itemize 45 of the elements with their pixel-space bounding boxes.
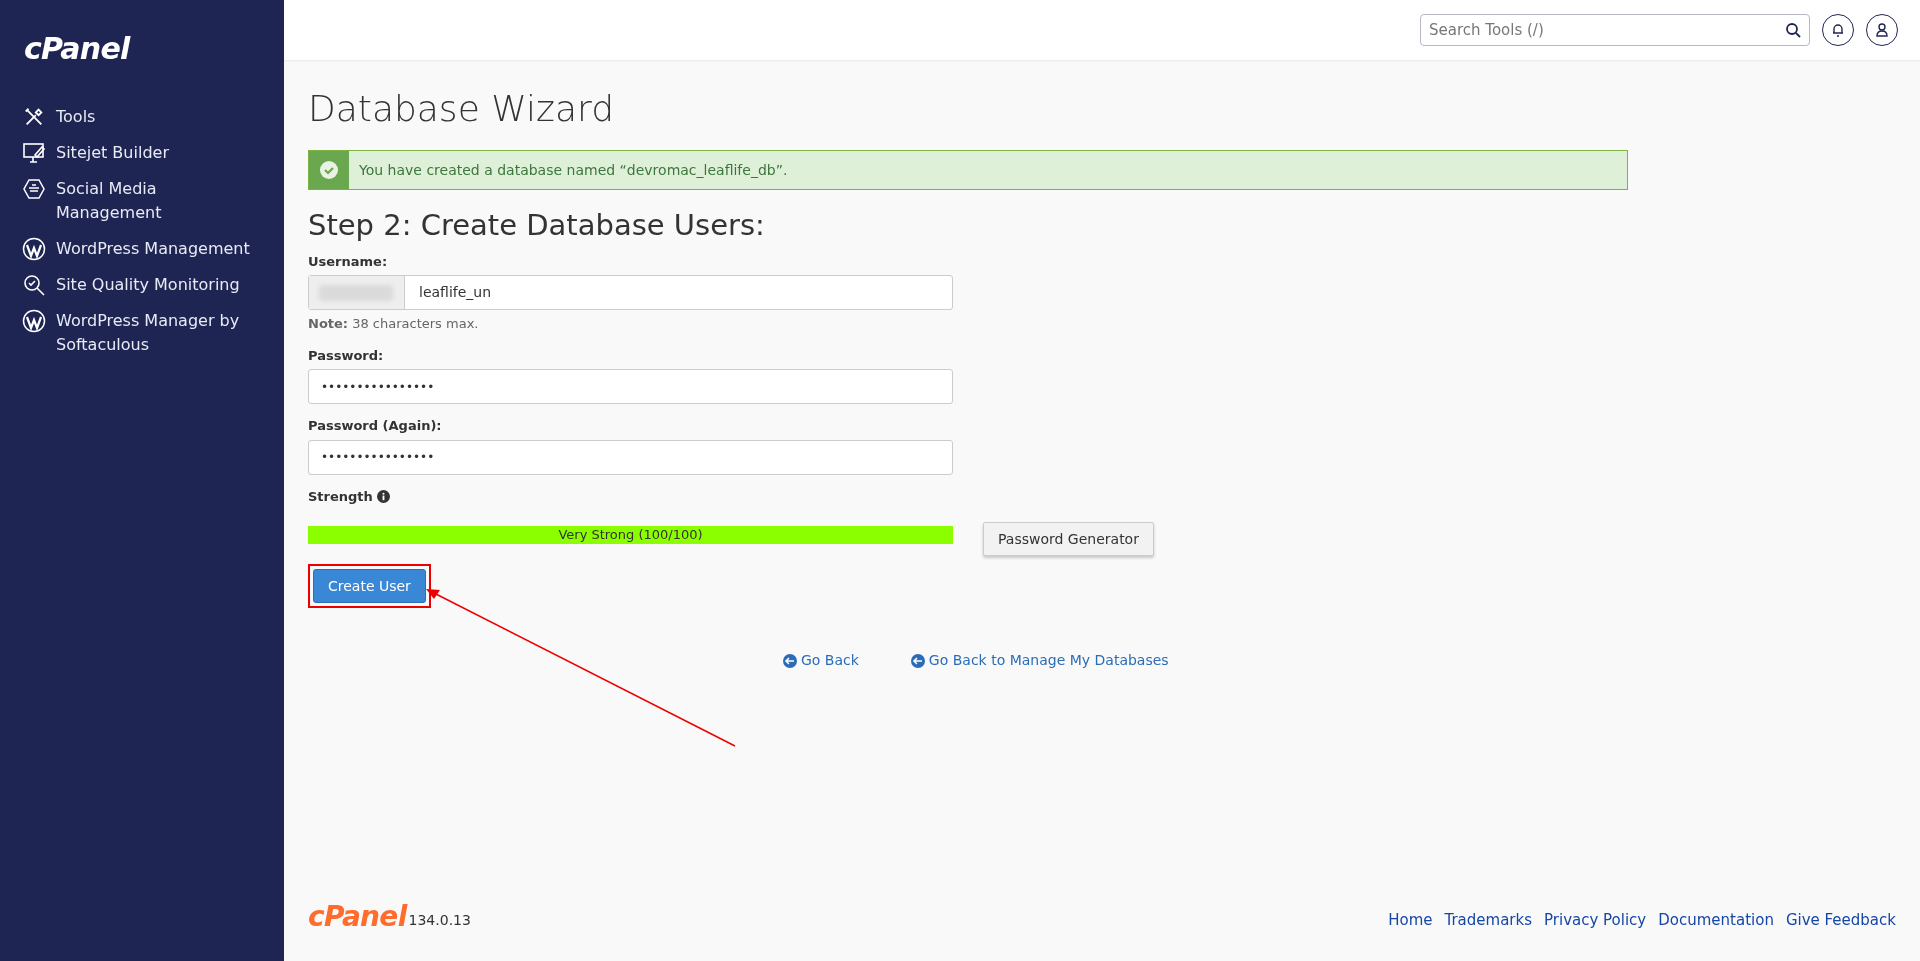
strength-label: Strength [308, 487, 373, 506]
version-text: 134.0.13 [408, 911, 471, 930]
footer-link[interactable]: Give Feedback [1785, 908, 1896, 931]
username-note: Note: 38 characters max. [308, 315, 480, 333]
search-input[interactable]: Search Tools (/) [1429, 18, 1785, 42]
hexagon-icon [22, 177, 46, 201]
username-field[interactable]: leaflife_un [308, 275, 953, 310]
strength-reading: Very Strong (100/100) [557, 526, 704, 544]
info-icon [376, 489, 390, 503]
sidebar-item[interactable]: Site Quality Monitoring [22, 273, 262, 297]
wordpress-icon [22, 237, 46, 261]
footer-link[interactable]: Trademarks [1444, 908, 1532, 931]
search-field[interactable]: Search Tools (/) [1420, 14, 1810, 46]
sidebar-item[interactable]: Social Media Management [22, 177, 262, 225]
password-field[interactable]: •••••••••••••••• [308, 369, 953, 404]
arrow-left-circle-icon [783, 653, 797, 668]
footer-link[interactable]: Home [1388, 908, 1433, 931]
sidebar-item[interactable]: WordPress Management [22, 237, 262, 261]
tools-icon [23, 106, 45, 128]
magnifier-check-icon [22, 273, 46, 297]
arrow-left-circle-icon [910, 653, 925, 668]
field-label: Username: [308, 252, 389, 271]
back-link[interactable]: Go Back [783, 650, 859, 671]
alert-message: You have created a database named “devromac_leaflife_db”. [359, 160, 788, 180]
password-generator-button[interactable]: Password Generator [983, 522, 1154, 556]
create-user-button[interactable]: Create User [313, 569, 426, 603]
password-field[interactable]: •••••••••••••••• [308, 439, 953, 475]
sidebar-item[interactable]: Sitejet Builder [22, 141, 262, 165]
monitor-pen-icon [22, 141, 46, 165]
page-title: Database Wizard [308, 87, 615, 131]
wordpress-icon [22, 309, 46, 333]
footer-link[interactable]: Documentation [1658, 908, 1774, 931]
bell-icon [1831, 23, 1845, 37]
cpanel-logo[interactable]: cPanel [24, 31, 130, 66]
sidebar-item[interactable]: Tools [22, 105, 262, 129]
check-circle-icon [319, 160, 339, 180]
search-icon [1785, 22, 1801, 38]
field-label: Password (Again): [308, 417, 443, 435]
user-icon [1875, 23, 1889, 37]
username-input[interactable]: leaflife_un [405, 276, 952, 309]
field-label: Password: [308, 346, 385, 365]
back-link[interactable]: Go Back to Manage My Databases [910, 650, 1169, 671]
step-heading: Step 2: Create Database Users: [308, 207, 766, 244]
sidebar-item[interactable]: WordPress Manager by Softaculous [22, 309, 262, 357]
footer-link[interactable]: Privacy Policy [1544, 908, 1647, 931]
